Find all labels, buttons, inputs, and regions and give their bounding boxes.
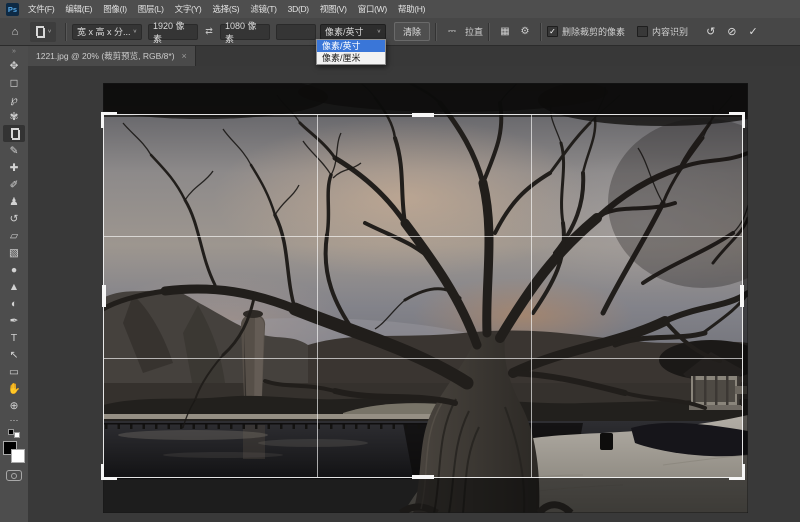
divider (540, 23, 542, 41)
pen-tool[interactable]: ✒ (3, 312, 25, 329)
menu-type[interactable]: 文字(Y) (175, 3, 202, 15)
edit-toolbar-icon[interactable]: ⋯ (10, 414, 19, 427)
path-selection-tool[interactable]: ↖ (3, 346, 25, 363)
crop-icon (9, 128, 20, 139)
crop-marquee[interactable] (103, 114, 743, 478)
crop-ratio-preset-label: 宽 x 高 x 分... (77, 25, 131, 38)
crop-height-input[interactable]: 1080 像素 (220, 24, 270, 40)
rectangle-shape-tool[interactable]: ▭ (3, 363, 25, 380)
crop-tool[interactable] (3, 125, 25, 142)
document-canvas[interactable] (28, 66, 800, 522)
document-tab[interactable]: 1221.jpg @ 20% (裁剪预览, RGB/8*) × (28, 46, 196, 66)
photoshop-logo: Ps (6, 3, 19, 16)
crop-handle-top-left[interactable] (101, 112, 117, 128)
commit-crop-icon[interactable]: ✓ (749, 25, 758, 38)
resolution-unit-value: 像素/英寸 (325, 25, 364, 38)
crop-tool-preset-button[interactable]: ∨ (30, 22, 56, 42)
swap-width-height-icon[interactable]: ⇄ (202, 26, 216, 37)
brush-tool[interactable]: ✐ (3, 176, 25, 193)
crop-handle-right[interactable] (740, 285, 744, 307)
chevron-down-icon: ∨ (377, 29, 381, 35)
eyedropper-tool[interactable]: ✎ (3, 142, 25, 159)
content-aware-checkbox[interactable] (637, 26, 648, 37)
crop-handle-bottom-right[interactable] (729, 464, 745, 480)
type-tool[interactable]: T (3, 329, 25, 346)
crop-handle-bottom-left[interactable] (101, 464, 117, 480)
thirds-grid-horizontal-1 (104, 236, 742, 237)
chevron-down-icon: ∨ (47, 29, 51, 35)
menu-3d[interactable]: 3D(D) (288, 4, 309, 14)
document-title: 1221.jpg @ 20% (裁剪预览, RGB/8*) (36, 50, 175, 62)
crop-ratio-preset-dropdown[interactable]: 宽 x 高 x 分... ∨ (72, 24, 142, 40)
reset-crop-icon[interactable]: ↺ (706, 25, 715, 38)
divider (488, 23, 490, 41)
thirds-grid-vertical-1 (317, 115, 318, 477)
eraser-tool[interactable]: ▱ (3, 227, 25, 244)
crop-options-bar: ⌂ ∨ 宽 x 高 x 分... ∨ 1920 像素 ⇄ 1080 像素 像素/… (0, 18, 800, 46)
crop-handle-left[interactable] (102, 285, 106, 307)
delete-cropped-pixels-label: 删除裁剪的像素 (562, 25, 625, 38)
background-color-swatch[interactable] (11, 449, 25, 463)
content-aware-label: 内容识别 (652, 25, 688, 38)
menu-edit[interactable]: 编辑(E) (65, 3, 92, 15)
zoom-tool[interactable]: ⊕ (3, 397, 25, 414)
clone-stamp-tool[interactable]: ♟ (3, 193, 25, 210)
crop-settings-gear-icon[interactable]: ⚙ (517, 24, 533, 40)
gradient-tool[interactable]: ▧ (3, 244, 25, 261)
straighten-level-icon: ⎓ (444, 24, 460, 40)
history-brush-tool[interactable]: ↺ (3, 210, 25, 227)
straighten-label: 拉直 (465, 25, 483, 38)
menu-image[interactable]: 图像(I) (103, 3, 127, 15)
divider (435, 23, 437, 41)
unit-option-pixels-per-inch[interactable]: 像素/英寸 (317, 40, 385, 52)
spot-healing-brush-tool[interactable]: ✚ (3, 159, 25, 176)
menu-help[interactable]: 帮助(H) (398, 3, 425, 15)
crop-handle-bottom[interactable] (412, 475, 434, 479)
delete-cropped-pixels-checkbox[interactable]: ✓ (547, 26, 558, 37)
sharpen-tool[interactable]: ▲ (3, 278, 25, 295)
dodge-tool[interactable]: ◐ (3, 295, 25, 312)
menu-filter[interactable]: 滤镜(T) (250, 3, 276, 15)
menu-bar: Ps 文件(F) 编辑(E) 图像(I) 图层(L) 文字(Y) 选择(S) 滤… (0, 0, 800, 18)
default-colors-icon[interactable] (8, 429, 20, 438)
quick-mask-button[interactable] (6, 470, 22, 481)
clear-button[interactable]: 清除 (394, 22, 430, 41)
menu-view[interactable]: 视图(V) (320, 3, 347, 15)
menu-select[interactable]: 选择(S) (212, 3, 239, 15)
hand-tool[interactable]: ✋ (3, 380, 25, 397)
photo-crop-preview[interactable] (103, 83, 748, 513)
document-tab-bar: 1221.jpg @ 20% (裁剪预览, RGB/8*) × (28, 46, 800, 66)
crop-handle-top[interactable] (412, 113, 434, 117)
toolbar-collapse-icon[interactable]: » (12, 46, 16, 57)
quick-selection-tool[interactable]: ✾ (3, 108, 25, 125)
color-swatches[interactable] (3, 441, 25, 463)
crop-width-input[interactable]: 1920 像素 (148, 24, 198, 40)
menu-file[interactable]: 文件(F) (28, 3, 54, 15)
divider (65, 23, 67, 41)
menu-layer[interactable]: 图层(L) (138, 3, 164, 15)
unit-option-pixels-per-cm[interactable]: 像素/厘米 (317, 52, 385, 64)
crop-resolution-input[interactable] (276, 24, 316, 40)
crop-icon (34, 26, 45, 37)
home-icon[interactable]: ⌂ (6, 26, 24, 38)
resolution-unit-dropdown[interactable]: 像素/英寸 ∨ (320, 24, 386, 40)
blur-tool[interactable]: ● (3, 261, 25, 278)
move-tool[interactable]: ✥ (3, 57, 25, 74)
thirds-grid-vertical-2 (531, 115, 532, 477)
overlay-grid-options-icon[interactable]: ▦ (497, 24, 513, 40)
rectangular-marquee-tool[interactable]: ◻ (3, 74, 25, 91)
tools-panel: » ✥ ◻ ℘ ✾ ✎ ✚ ✐ ♟ ↺ ▱ ▧ ● ▲ ◐ ✒ T ↖ ▭ ✋ … (0, 46, 28, 522)
thirds-grid-horizontal-2 (104, 358, 742, 359)
menu-window[interactable]: 窗口(W) (358, 3, 387, 15)
resolution-unit-popup: 像素/英寸 像素/厘米 (316, 39, 386, 65)
cancel-crop-icon[interactable]: ⊘ (727, 25, 736, 38)
crop-handle-top-right[interactable] (729, 112, 745, 128)
straighten-button[interactable]: ⎓ 拉直 (442, 24, 483, 40)
close-tab-icon[interactable]: × (182, 51, 187, 61)
lasso-tool[interactable]: ℘ (3, 91, 25, 108)
chevron-down-icon: ∨ (133, 29, 137, 35)
